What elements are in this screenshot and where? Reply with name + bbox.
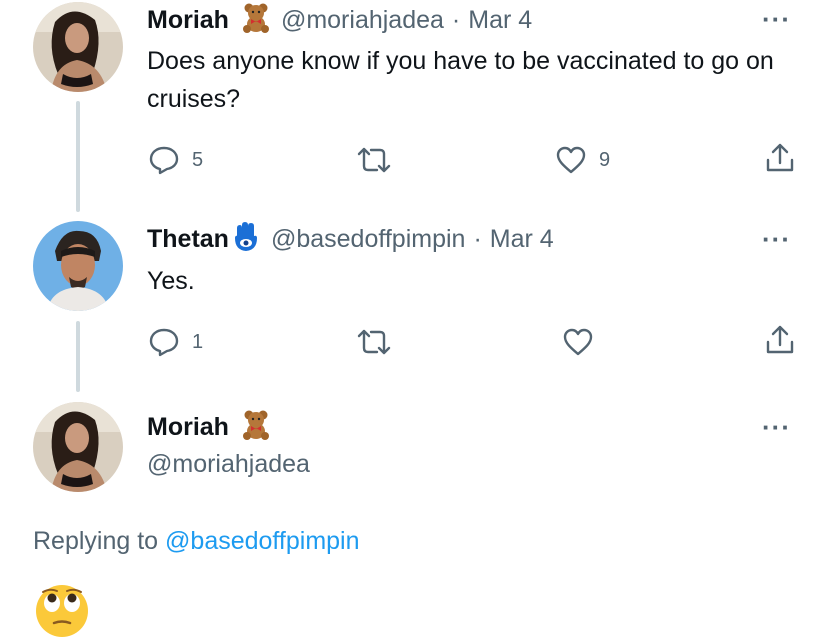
like-button[interactable] [562, 327, 606, 357]
retweet-icon [357, 329, 391, 355]
avatar-moriah[interactable] [33, 2, 123, 92]
author-name[interactable]: Moriah [147, 413, 229, 442]
retweet-button[interactable] [356, 146, 404, 174]
avatar-moriah[interactable] [33, 402, 123, 492]
share-icon [766, 143, 794, 172]
tweet-1-header: Moriah @moriahjadea · Mar 4 [147, 3, 532, 37]
like-button[interactable]: 9 [555, 145, 610, 175]
rolling-eyes-emoji-icon [34, 583, 90, 644]
author-handle[interactable]: @moriahjadea [147, 450, 310, 479]
avatar-thetan[interactable] [33, 221, 123, 311]
hamsa-icon [233, 221, 259, 257]
reply-count: 5 [192, 148, 204, 171]
heart-icon [556, 146, 586, 174]
tweet-2-header: Thetan @basedoffpimpin · Mar 4 [147, 221, 554, 257]
author-handle[interactable]: @basedoffpimpin [271, 225, 465, 254]
teddy-bear-icon [242, 3, 269, 38]
teddy-bear-icon [242, 410, 269, 445]
heart-icon [563, 328, 593, 356]
tweet-text: Does anyone know if you have to be vacci… [147, 47, 774, 113]
separator-dot: · [473, 224, 482, 253]
share-button[interactable] [764, 142, 796, 174]
replying-to-label: Replying to [33, 527, 159, 555]
reply-count: 1 [192, 330, 204, 353]
reply-icon [149, 328, 179, 357]
separator-dot: · [451, 5, 461, 34]
tweet-text: Yes. [147, 267, 195, 295]
thread-line [76, 101, 80, 212]
author-name[interactable]: Moriah [147, 6, 229, 35]
thread-line [76, 321, 80, 392]
author-name[interactable]: Thetan [147, 225, 229, 254]
tweet-date[interactable]: Mar 4 [490, 225, 554, 254]
more-options-icon[interactable]: ··· [762, 224, 791, 255]
tweet-date[interactable]: Mar 4 [468, 6, 532, 35]
replying-to: Replying to @basedoffpimpin [33, 527, 360, 556]
share-icon [766, 325, 794, 354]
author-handle[interactable]: @moriahjadea [281, 6, 444, 35]
more-options-icon[interactable]: ··· [762, 4, 791, 35]
like-count: 9 [599, 148, 611, 171]
share-button[interactable] [764, 324, 796, 356]
reply-button[interactable]: 5 [148, 145, 203, 175]
retweet-button[interactable] [356, 328, 404, 356]
replying-to-handle[interactable]: @basedoffpimpin [165, 527, 359, 555]
retweet-icon [357, 147, 391, 173]
more-options-icon[interactable]: ··· [762, 412, 791, 443]
focused-header: Moriah [147, 410, 269, 444]
reply-icon [149, 146, 179, 175]
reply-button[interactable]: 1 [148, 327, 203, 357]
